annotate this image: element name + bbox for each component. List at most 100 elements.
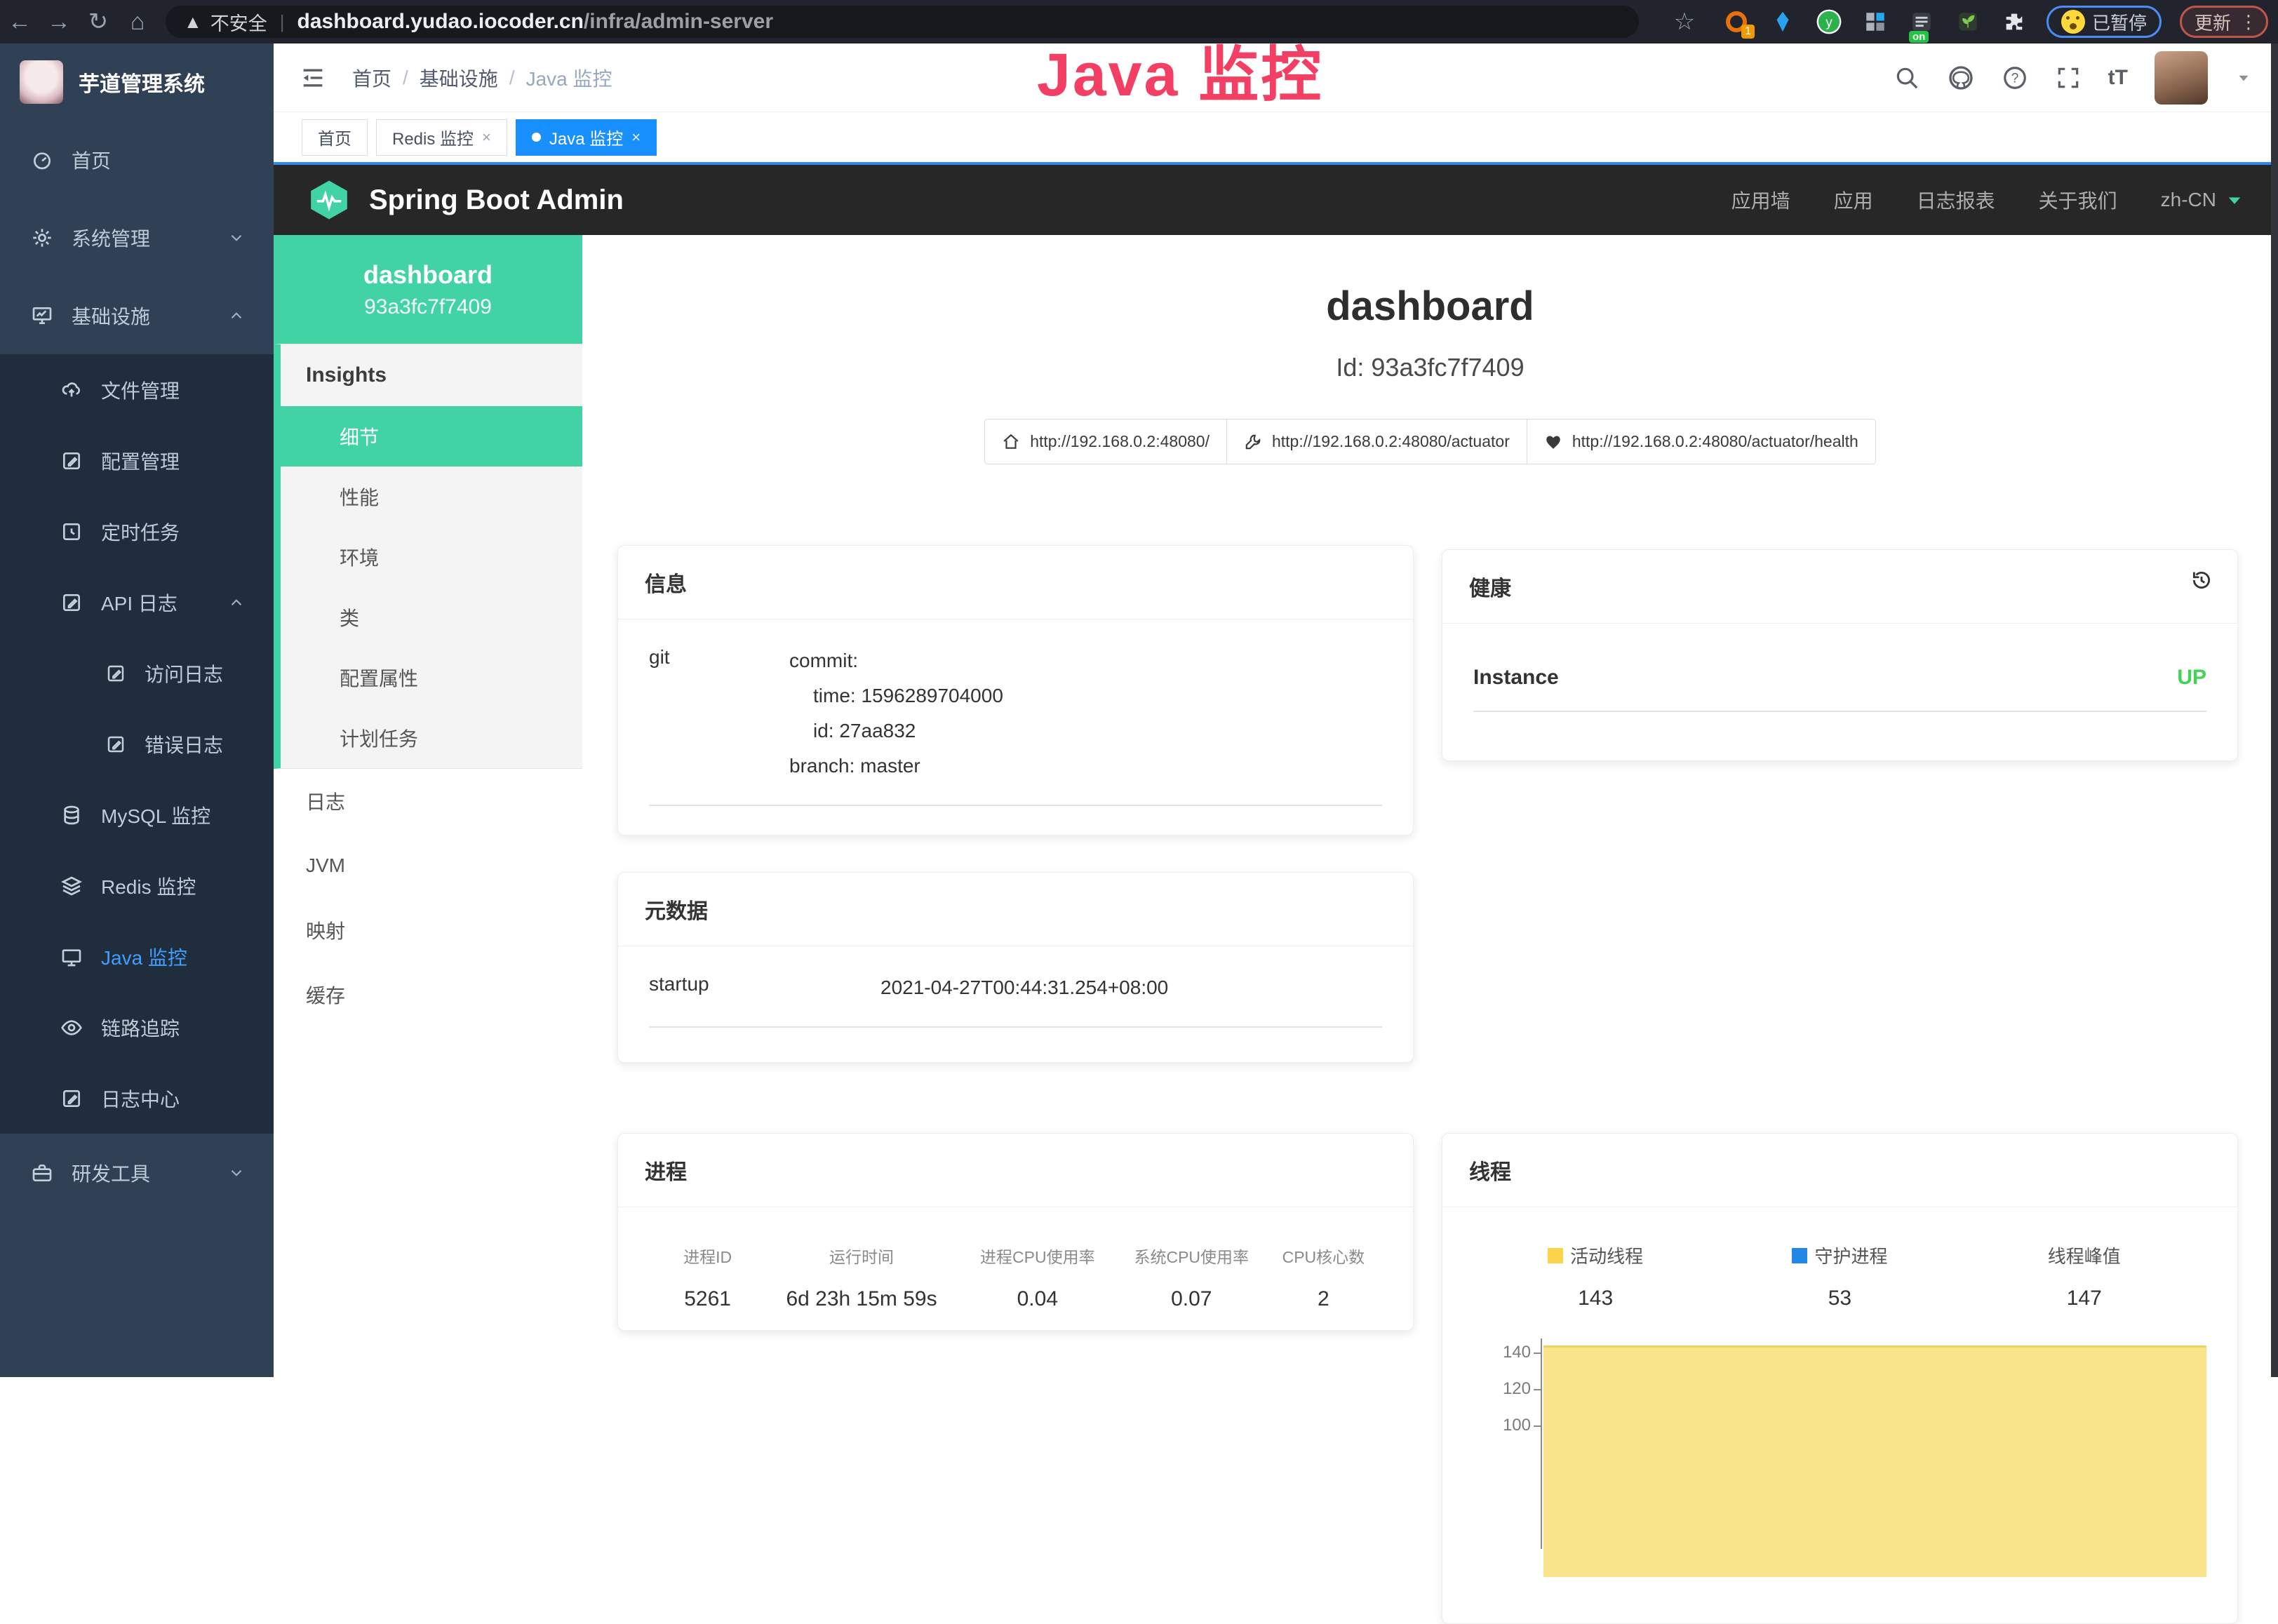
process-card: 进程 进程ID 运行时间 进程CPU使用率 系统CPU使用率 CPU核心数 52… <box>617 1133 1414 1331</box>
extension-sprout-icon[interactable] <box>1954 8 1982 36</box>
font-size-icon[interactable]: tT <box>2108 66 2128 90</box>
sba-nav-applications[interactable]: 应用 <box>1834 186 1873 214</box>
instance-id: 93a3fc7f7409 <box>364 295 492 319</box>
col-header-process-cpu: 进程CPU使用率 <box>957 1244 1118 1268</box>
url-host[interactable]: dashboard.yudao.iocoder.cn <box>297 10 584 34</box>
health-url-button[interactable]: http://192.168.0.2:48080/actuator/health <box>1527 419 1876 464</box>
value-uptime: 6d 23h 15m 59s <box>766 1287 957 1311</box>
app-logo[interactable]: 芋道管理系统 <box>0 43 274 121</box>
process-table: 进程ID 运行时间 进程CPU使用率 系统CPU使用率 CPU核心数 5261 … <box>649 1231 1382 1311</box>
breadcrumb-infra[interactable]: 基础设施 <box>420 64 498 92</box>
sidebar-item-infra[interactable]: 基础设施 <box>0 276 274 354</box>
svg-text:?: ? <box>2011 71 2018 86</box>
extensions-puzzle-icon[interactable] <box>2000 8 2028 36</box>
extension-on-icon[interactable]: on <box>1908 8 1936 36</box>
extension-green-y-icon[interactable]: y <box>1815 8 1843 36</box>
sidebar-item-config[interactable]: 配置管理 <box>0 425 274 496</box>
sba-menu-logs[interactable]: 日志 <box>274 769 582 833</box>
collapse-sidebar-icon[interactable] <box>299 64 327 92</box>
close-icon[interactable]: × <box>482 128 491 147</box>
extension-grid-icon[interactable] <box>1861 8 1889 36</box>
sidebar-item-mysql[interactable]: MySQL 监控 <box>0 779 274 850</box>
sba-menu-config-props[interactable]: 配置属性 <box>281 647 582 708</box>
url-path[interactable]: /infra/admin-server <box>584 10 773 34</box>
sba-content: dashboard Id: 93a3fc7f7409 http://192.16… <box>582 235 2278 1377</box>
close-icon[interactable]: × <box>631 128 641 147</box>
breadcrumb-current: Java 监控 <box>526 64 612 92</box>
reload-icon[interactable]: ↻ <box>79 2 118 41</box>
sba-instance-header[interactable]: dashboard 93a3fc7f7409 <box>274 235 582 344</box>
avatar-caret-icon[interactable] <box>2235 69 2253 87</box>
legend-swatch-blue <box>1792 1248 1807 1263</box>
sidebar-item-files[interactable]: 文件管理 <box>0 354 274 425</box>
actuator-url-button[interactable]: http://192.168.0.2:48080/actuator <box>1226 419 1527 464</box>
value-peak-threads: 147 <box>1962 1287 2206 1310</box>
chrome-update-button[interactable]: 更新 ⋮ <box>2180 6 2268 38</box>
sidebar-item-tracing[interactable]: 链路追踪 <box>0 992 274 1063</box>
sidebar-item-access-log[interactable]: 访问日志 <box>0 638 274 709</box>
paused-extension-pill[interactable]: 已暂停 <box>2046 6 2162 38</box>
security-label[interactable]: 不安全 <box>210 8 267 36</box>
page-scrollbar[interactable] <box>2271 43 2278 1377</box>
sidebar-item-label: 错误日志 <box>145 730 223 758</box>
instance-links: http://192.168.0.2:48080/ http://192.168… <box>582 419 2278 464</box>
sba-menu-jvm[interactable]: JVM <box>274 833 582 898</box>
extension-orange-icon[interactable]: 1 <box>1722 8 1750 36</box>
bookmark-star-icon[interactable]: ☆ <box>1665 2 1704 41</box>
legend-live-threads: 活动线程 <box>1473 1242 1717 1268</box>
sba-hexagon-logo-icon <box>307 178 351 222</box>
sidebar-item-dev-tools[interactable]: 研发工具 <box>0 1134 274 1212</box>
threads-chart: 140 120 100 <box>1473 1338 2206 1549</box>
sidebar-item-system[interactable]: 系统管理 <box>0 199 274 276</box>
sba-menu-metrics[interactable]: 性能 <box>281 467 582 527</box>
github-icon[interactable] <box>1947 64 1975 92</box>
insights-section-title: Insights <box>281 344 582 406</box>
eye-icon <box>60 1016 83 1039</box>
search-icon[interactable] <box>1894 65 1920 91</box>
help-icon[interactable]: ? <box>2002 65 2028 91</box>
sidebar-item-error-log[interactable]: 错误日志 <box>0 709 274 779</box>
sba-nav-journal[interactable]: 日志报表 <box>1917 186 1995 214</box>
browser-menu-icon[interactable]: ⋮ <box>2239 11 2258 33</box>
back-icon[interactable]: ← <box>0 2 39 41</box>
sidebar-item-jobs[interactable]: 定时任务 <box>0 496 274 567</box>
tab-java-monitor[interactable]: Java 监控 × <box>516 119 657 156</box>
value-process-cpu: 0.04 <box>957 1287 1118 1311</box>
y-tick: 120 <box>1503 1379 1531 1399</box>
sidebar-item-api-log[interactable]: API 日志 <box>0 567 274 638</box>
fullscreen-icon[interactable] <box>2055 65 2082 91</box>
sidebar-item-home[interactable]: 首页 <box>0 121 274 199</box>
plot-area <box>1541 1338 2206 1549</box>
url-bar[interactable]: ▲ 不安全 | dashboard.yudao.iocoder.cn /infr… <box>166 6 1639 38</box>
sba-language-select[interactable]: zh-CN <box>2161 189 2244 211</box>
sidebar-item-log-center[interactable]: 日志中心 <box>0 1063 274 1134</box>
app-sidebar: 芋道管理系统 首页 系统管理 基础设施 文件管理 配置管理 定时任务 API 日… <box>0 43 274 1377</box>
extension-pin-icon[interactable] <box>1769 8 1797 36</box>
breadcrumb-home[interactable]: 首页 <box>352 64 391 92</box>
chevron-down-icon <box>227 229 246 247</box>
chevron-up-icon <box>227 593 246 612</box>
forward-icon[interactable]: → <box>39 2 79 41</box>
sidebar-item-label: 首页 <box>72 146 111 174</box>
sidebar-item-redis[interactable]: Redis 监控 <box>0 850 274 921</box>
home-icon[interactable]: ⌂ <box>118 2 157 41</box>
col-header-uptime: 运行时间 <box>766 1244 957 1268</box>
service-url-button[interactable]: http://192.168.0.2:48080/ <box>984 419 1227 464</box>
sba-menu-caches[interactable]: 缓存 <box>274 962 582 1027</box>
history-icon[interactable] <box>2190 568 2213 592</box>
sidebar-item-label: 访问日志 <box>145 659 223 687</box>
tab-home[interactable]: 首页 <box>302 119 368 156</box>
tab-redis-monitor[interactable]: Redis 监控 × <box>376 119 507 156</box>
user-avatar[interactable] <box>2155 51 2208 105</box>
sba-brand[interactable]: Spring Boot Admin <box>307 178 624 222</box>
sba-nav-about[interactable]: 关于我们 <box>2039 186 2117 214</box>
sba-menu-mappings[interactable]: 映射 <box>274 898 582 962</box>
sba-menu-environment[interactable]: 环境 <box>281 527 582 587</box>
sba-menu-classes[interactable]: 类 <box>281 587 582 647</box>
sba-menu-scheduled-tasks[interactable]: 计划任务 <box>281 708 582 768</box>
sba-nav-wallboard[interactable]: 应用墙 <box>1731 186 1790 214</box>
annotation-java-monitor: Java 监控 <box>1037 25 1323 113</box>
sidebar-item-java-monitor[interactable]: Java 监控 <box>0 921 274 992</box>
breadcrumb-separator: / <box>403 67 408 89</box>
sba-menu-details[interactable]: 细节 <box>281 406 582 467</box>
